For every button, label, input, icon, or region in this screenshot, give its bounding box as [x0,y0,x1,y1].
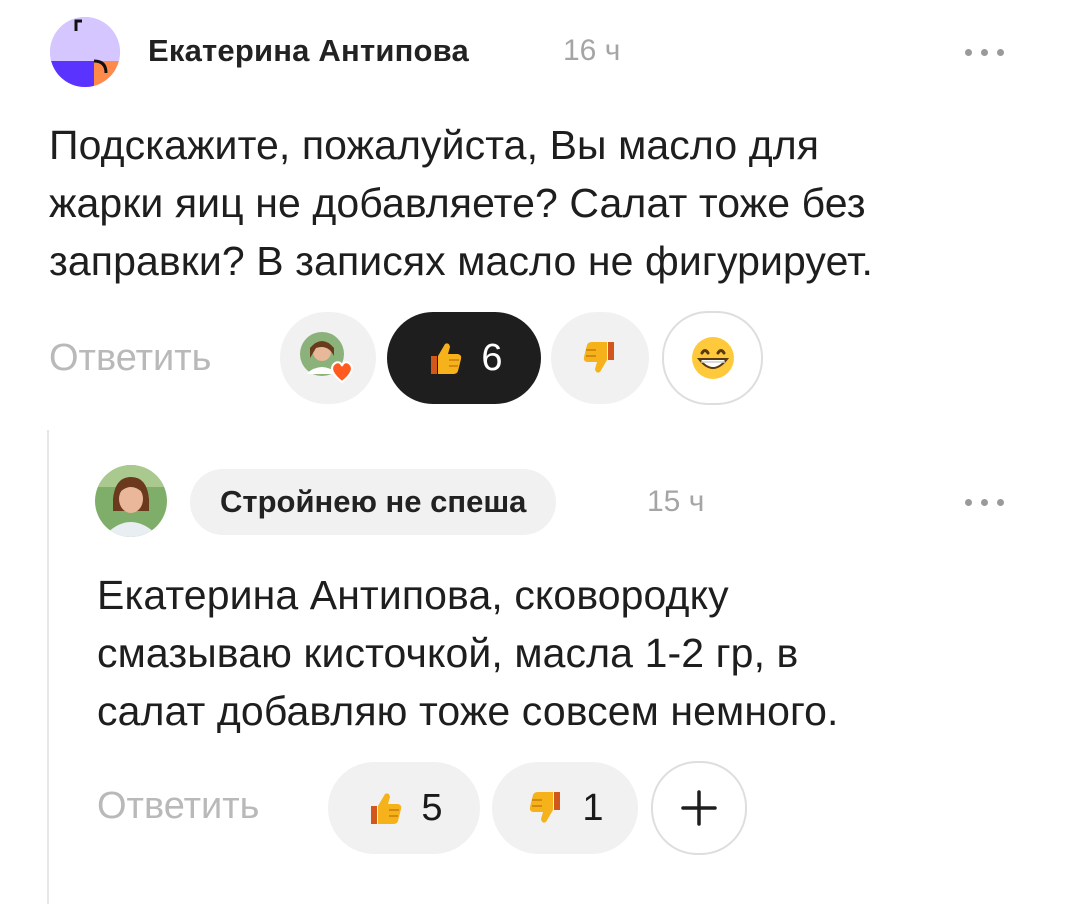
comment-text-line: Подскажите, пожалуйста, Вы масло для [49,122,820,168]
like-button[interactable]: 6 [387,312,541,404]
like-count: 6 [481,337,503,379]
add-reaction-button[interactable] [651,761,747,855]
reply-button[interactable]: Ответить [49,337,211,380]
thread-line [47,430,49,904]
thumbs-down-icon [530,792,561,823]
thumbs-down-icon [583,342,614,373]
reply-text-line: Екатерина Антипова, сковородку [97,572,729,618]
reply-text-line: салат добавляю тоже совсем немного. [97,688,839,734]
comment-text: Подскажите, пожалуйста, Вы масло для жар… [49,116,1049,290]
like-button[interactable]: 5 [328,762,480,854]
reply-author-avatar[interactable] [95,465,167,537]
dislike-button[interactable] [551,312,649,404]
reply-timestamp: 15 ч [647,485,705,518]
reply-author-name[interactable]: Стройнею не спеша [190,469,557,535]
reply-text-line: смазываю кисточкой, масла 1-2 гр, в [97,630,799,676]
dislike-button[interactable]: 1 [492,762,638,854]
user-heart-reaction[interactable] [280,312,376,404]
more-horizontal-icon[interactable] [963,496,1007,508]
like-count: 5 [421,787,443,829]
comment-author-name[interactable]: Екатерина Антипова [148,33,469,69]
comment-timestamp: 16 ч [563,34,621,67]
grin-emoji-icon [691,337,734,379]
plus-icon [681,790,717,826]
more-horizontal-icon[interactable] [963,46,1007,58]
reply-text: Екатерина Антипова, сковородку смазываю … [97,566,1057,740]
dislike-count: 1 [582,787,604,829]
comment-text-line: заправки? В записях масло не фигурирует. [49,238,873,284]
grin-emoji-reaction[interactable] [662,311,763,405]
comment-text-line: жарки яиц не добавляете? Салат тоже без [49,180,866,226]
user-heart-avatar [300,332,353,384]
reply-button[interactable]: Ответить [97,785,259,828]
thumbs-up-icon [371,793,402,824]
thumbs-up-icon [431,343,462,374]
author-avatar[interactable] [50,17,120,87]
